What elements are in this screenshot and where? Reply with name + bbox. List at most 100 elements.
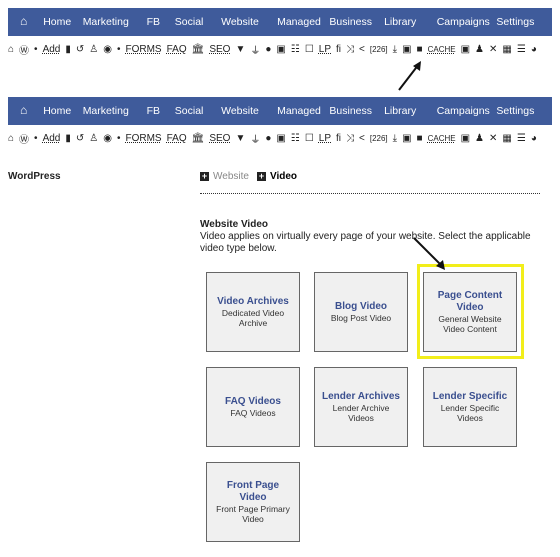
share-icon[interactable]: <: [359, 44, 365, 55]
video-icon[interactable]: ■: [417, 133, 423, 144]
nav-marketing[interactable]: Marketing: [83, 16, 129, 28]
square-icon[interactable]: ☐: [305, 133, 314, 144]
inbox-icon[interactable]: ▣: [276, 133, 285, 144]
forms-link[interactable]: FORMS: [125, 44, 161, 55]
nav-website[interactable]: Website: [221, 16, 259, 28]
card-title: Video Archives: [217, 296, 289, 307]
seo-link[interactable]: SEO: [209, 44, 230, 55]
nav-business[interactable]: Business: [329, 105, 372, 117]
seo-link[interactable]: SEO: [209, 133, 230, 144]
nav-settings[interactable]: Settings: [496, 16, 534, 28]
nav-campaigns[interactable]: Campaigns: [437, 16, 490, 28]
home-icon[interactable]: ⌂: [8, 133, 14, 144]
pie-chart-icon[interactable]: ◕: [531, 44, 537, 55]
nav-library[interactable]: Library: [384, 16, 416, 28]
shuffle-icon[interactable]: ⤨: [346, 44, 354, 55]
add-link[interactable]: Add: [43, 44, 61, 55]
cache-link[interactable]: CACHE: [428, 45, 456, 54]
card-title: Blog Video: [334, 301, 388, 312]
filter-icon[interactable]: ▼: [235, 44, 245, 55]
plug-icon[interactable]: ⏚: [250, 42, 260, 57]
card-description: FAQ Videos: [230, 408, 276, 418]
video-type-card[interactable]: Blog Video Blog Post Video: [314, 272, 408, 352]
nav-fb[interactable]: FB: [147, 105, 160, 117]
nav-settings[interactable]: Settings: [496, 105, 534, 117]
globe-icon[interactable]: ◉: [103, 133, 112, 144]
nav-business[interactable]: Business: [329, 16, 372, 28]
fi-icon[interactable]: fi: [336, 133, 341, 144]
video-type-card[interactable]: Video Archives Dedicated Video Archive: [206, 272, 300, 352]
user-icon[interactable]: ♙: [89, 44, 98, 55]
undo-icon[interactable]: ↺: [76, 44, 84, 55]
card-description: Dedicated Video Archive: [221, 308, 285, 328]
nav-managed[interactable]: Managed: [277, 16, 321, 28]
book-icon[interactable]: ▮: [65, 133, 71, 144]
book-icon[interactable]: ▮: [65, 44, 71, 55]
share-square-icon[interactable]: ▣: [402, 133, 411, 144]
breadcrumb-website[interactable]: Website: [213, 171, 249, 182]
bank-icon[interactable]: 🏛: [192, 133, 205, 144]
home-icon[interactable]: ⌂: [20, 103, 27, 117]
lp-link[interactable]: LP: [319, 44, 331, 55]
person-icon[interactable]: ♟: [475, 133, 484, 144]
count-badge[interactable]: [226]: [370, 45, 388, 54]
wordpress-icon[interactable]: Ⓦ: [19, 42, 29, 57]
nav-home[interactable]: Home: [43, 16, 71, 28]
lp-link[interactable]: LP: [319, 133, 331, 144]
nav-social[interactable]: Social: [175, 105, 204, 117]
home-icon[interactable]: ⌂: [20, 14, 27, 28]
video-type-card[interactable]: Lender Archives Lender Archive Videos: [314, 367, 408, 447]
faq-link[interactable]: FAQ: [167, 133, 187, 144]
nav-home[interactable]: Home: [43, 105, 71, 117]
nav-social[interactable]: Social: [175, 16, 204, 28]
video-type-card[interactable]: Front Page Video Front Page Primary Video: [206, 462, 300, 542]
nav-marketing[interactable]: Marketing: [83, 105, 129, 117]
forms-link[interactable]: FORMS: [125, 133, 161, 144]
download-icon[interactable]: ⤓: [393, 133, 397, 144]
add-link[interactable]: Add: [43, 133, 61, 144]
list-icon[interactable]: ☷: [291, 44, 300, 55]
nav-managed[interactable]: Managed: [277, 105, 321, 117]
share-icon[interactable]: <: [359, 133, 365, 144]
tools-icon[interactable]: ✕: [489, 133, 497, 144]
dot: •: [116, 132, 121, 144]
square-icon[interactable]: ☐: [305, 44, 314, 55]
inbox-icon[interactable]: ▣: [276, 44, 285, 55]
plug-icon[interactable]: ⏚: [250, 131, 260, 146]
divider: [200, 193, 540, 194]
video-icon[interactable]: ■: [417, 44, 423, 55]
nav-fb[interactable]: FB: [147, 16, 160, 28]
undo-icon[interactable]: ↺: [76, 133, 84, 144]
list-ul-icon[interactable]: ☰: [517, 133, 526, 144]
nav-campaigns[interactable]: Campaigns: [437, 105, 490, 117]
bank-icon[interactable]: 🏛: [192, 44, 205, 55]
filter-icon[interactable]: ▼: [235, 133, 245, 144]
fi-icon[interactable]: fi: [336, 44, 341, 55]
login-icon[interactable]: ▣: [461, 44, 470, 55]
login-icon[interactable]: ▣: [461, 133, 470, 144]
info-icon[interactable]: ●: [265, 44, 271, 55]
shuffle-icon[interactable]: ⤨: [346, 133, 354, 144]
wordpress-icon[interactable]: Ⓦ: [19, 131, 29, 146]
person-icon[interactable]: ♟: [475, 44, 484, 55]
pie-chart-icon[interactable]: ◕: [531, 133, 537, 144]
plus-square-icon: +: [200, 171, 209, 181]
cache-link[interactable]: CACHE: [428, 134, 456, 143]
list-ul-icon[interactable]: ☰: [517, 44, 526, 55]
home-icon[interactable]: ⌂: [8, 44, 14, 55]
nav-library[interactable]: Library: [384, 105, 416, 117]
count-badge[interactable]: [226]: [370, 134, 388, 143]
share-square-icon[interactable]: ▣: [402, 44, 411, 55]
globe-icon[interactable]: ◉: [103, 44, 112, 55]
user-icon[interactable]: ♙: [89, 133, 98, 144]
archive-icon[interactable]: ▦: [502, 44, 511, 55]
faq-link[interactable]: FAQ: [167, 44, 187, 55]
list-icon[interactable]: ☷: [291, 133, 300, 144]
download-icon[interactable]: ⤓: [393, 44, 397, 55]
video-type-card[interactable]: Lender Specific Lender Specific Videos: [423, 367, 517, 447]
info-icon[interactable]: ●: [265, 133, 271, 144]
video-type-card[interactable]: FAQ Videos FAQ Videos: [206, 367, 300, 447]
tools-icon[interactable]: ✕: [489, 44, 497, 55]
nav-website[interactable]: Website: [221, 105, 259, 117]
archive-icon[interactable]: ▦: [502, 133, 511, 144]
